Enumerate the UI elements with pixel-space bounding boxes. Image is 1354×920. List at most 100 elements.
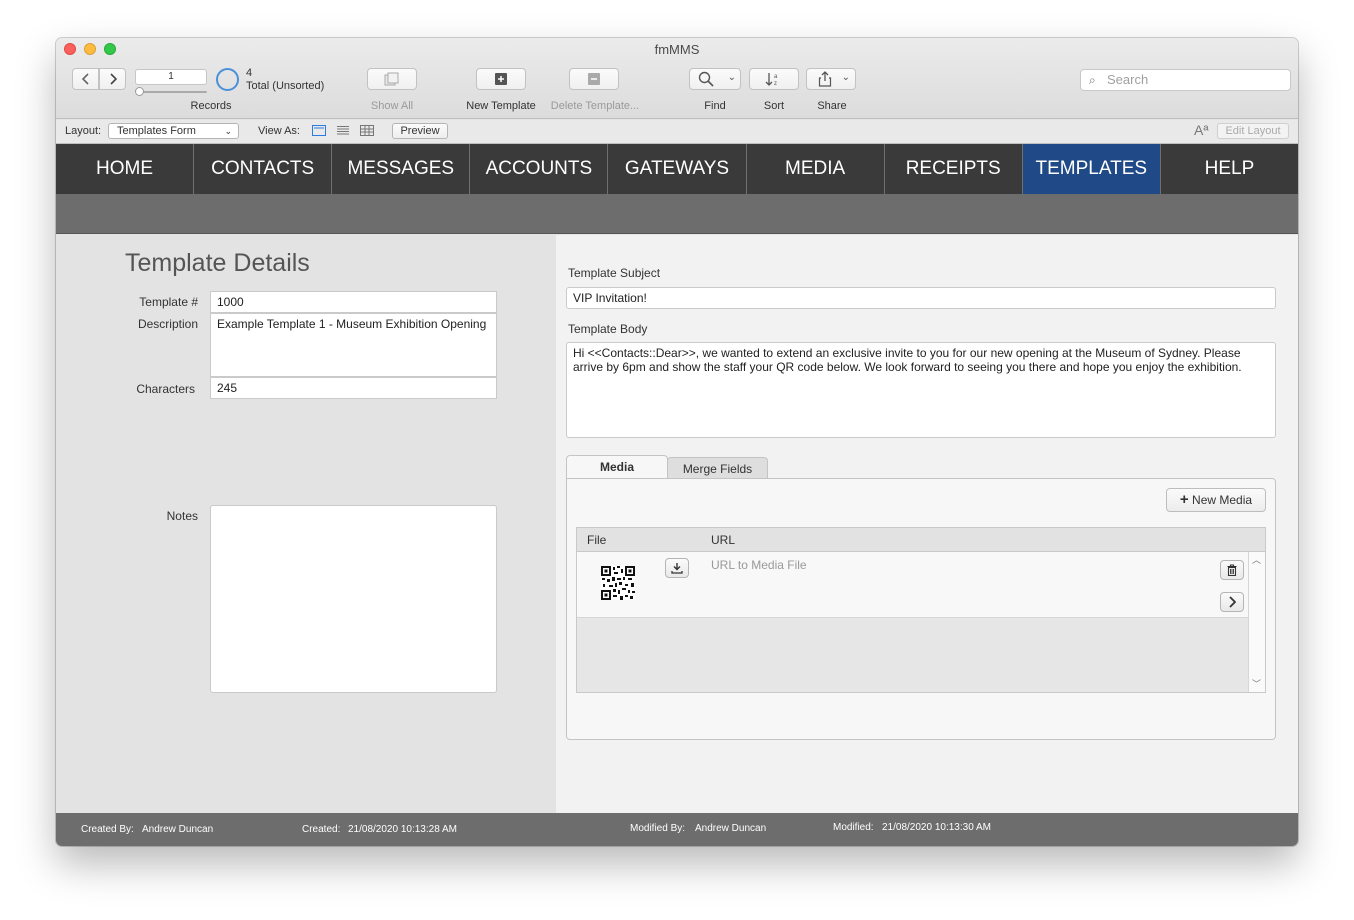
records-label: Records [190,100,232,112]
trash-icon [1227,564,1237,576]
chevron-left-icon [81,73,89,85]
share-label: Share [817,100,847,112]
scroll-up-icon[interactable]: ︿ [1252,553,1261,566]
nav-help[interactable]: HELP [1160,144,1298,194]
new-media-button[interactable]: + New Media [1166,488,1266,512]
nav-receipts[interactable]: RECEIPTS [884,144,1023,194]
modified-label: Modified: [833,822,874,833]
main-nav: HOME CONTACTS MESSAGES ACCOUNTS GATEWAYS… [56,144,1298,194]
file-column-header: File [587,533,607,547]
section-title: Template Details [125,249,310,277]
record-slider-handle[interactable] [135,87,144,96]
chevron-right-icon [109,73,117,85]
description-label: Description [137,317,198,331]
media-portal: File URL URL to Media File ︿ ﹀ [576,527,1266,693]
view-as-label: View As: [258,125,300,137]
nav-contacts[interactable]: CONTACTS [194,144,333,194]
edit-layout-button[interactable]: Edit Layout [1217,123,1289,139]
tab-media[interactable]: Media [566,455,668,479]
description-field[interactable]: Example Template 1 - Museum Exhibition O… [210,313,497,377]
subject-field[interactable]: VIP Invitation! [566,287,1276,309]
formatting-bar-icon[interactable]: Aª [1194,122,1209,138]
portal-scrollbar[interactable]: ︿ ﹀ [1248,552,1265,692]
delete-media-button[interactable] [1220,560,1244,580]
url-column-header: URL [711,533,736,547]
record-slider-track [137,91,207,93]
qr-code-image[interactable] [601,566,635,600]
created-by-value: Andrew Duncan [142,824,214,835]
search-placeholder: Search [1107,72,1149,87]
chevron-right-icon [1229,596,1236,608]
share-icon [818,71,832,87]
find-button[interactable]: ⌄ [689,68,741,90]
nav-gateways[interactable]: GATEWAYS [608,144,747,194]
record-status: Total (Unsorted) [246,80,325,92]
record-footer: Created By: Andrew Duncan Created: 21/08… [56,813,1298,846]
window-title: fmMMS [654,42,700,57]
tab-merge-fields[interactable]: Merge Fields [667,457,768,479]
modified-by-label: Modified By: [630,823,686,834]
open-media-button[interactable] [1220,592,1244,612]
download-button[interactable] [665,558,689,578]
list-view-icon[interactable] [336,125,350,136]
plus-square-icon [495,73,507,85]
find-label: Find [704,100,726,112]
sort-icon: az [765,73,778,87]
preview-button[interactable]: Preview [392,123,448,139]
sort-button[interactable]: az [749,68,799,90]
chevron-down-icon: ⌄ [727,72,736,83]
nav-accounts[interactable]: ACCOUNTS [470,144,609,194]
toolbar: fmMMS 1 4 Total (Unsorted) Records Show … [56,38,1298,119]
url-field[interactable]: URL to Media File [711,558,807,572]
layout-bar: Layout: Templates Form ⌄ View As: Previe… [56,120,1298,144]
nav-home[interactable]: HOME [56,144,195,194]
characters-field[interactable]: 245 [210,377,497,399]
layout-select-value: Templates Form [117,125,196,137]
show-all-label: Show All [370,100,414,112]
nav-media[interactable]: MEDIA [746,144,885,194]
show-all-icon [384,72,399,86]
table-row: URL to Media File [577,552,1248,618]
record-total: 4 [246,67,253,79]
portal-header: File URL [577,528,1265,552]
characters-label: Characters [136,382,195,396]
created-value: 21/08/2020 10:13:28 AM [348,824,457,835]
new-media-label: New Media [1192,493,1253,507]
template-number-label: Template # [139,295,198,309]
modified-value: 21/08/2020 10:13:30 AM [882,822,991,833]
share-button[interactable]: ⌄ [806,68,856,90]
new-template-button[interactable] [476,68,526,90]
notes-field[interactable] [210,505,497,693]
sort-label: Sort [763,100,785,112]
chevron-down-icon: ⌄ [224,126,232,136]
delete-template-button[interactable] [569,68,619,90]
next-record-button[interactable] [99,68,126,90]
search-input[interactable]: ⌕ Search [1080,69,1291,91]
modified-by-value: Andrew Duncan [695,823,767,834]
layout-label: Layout: [65,125,102,137]
show-all-button[interactable] [367,68,417,90]
created-label: Created: [302,824,341,835]
subject-label: Template Subject [568,266,661,280]
svg-text:z: z [774,81,777,87]
search-icon: ⌕ [1089,73,1096,87]
delete-template-label: Delete Template... [550,100,640,112]
previous-record-button[interactable] [72,68,99,90]
minus-square-icon [588,73,600,85]
notes-label: Notes [166,509,198,523]
sub-header-bar [56,194,1298,234]
found-set-pie-chart[interactable] [216,68,239,91]
body-label: Template Body [568,322,648,336]
current-record-field[interactable]: 1 [135,69,207,85]
form-view-icon[interactable] [312,125,326,136]
layout-select[interactable]: Templates Form ⌄ [108,123,239,139]
nav-templates[interactable]: TEMPLATES [1022,144,1161,194]
nav-messages[interactable]: MESSAGES [332,144,471,194]
table-view-icon[interactable] [360,125,374,136]
template-number-field[interactable]: 1000 [210,291,497,313]
magnifier-icon [698,71,714,87]
body-field[interactable]: Hi <<Contacts::Dear>>, we wanted to exte… [566,342,1276,438]
scroll-down-icon[interactable]: ﹀ [1252,677,1261,690]
new-template-label: New Template [466,100,536,112]
svg-text:a: a [774,74,778,80]
